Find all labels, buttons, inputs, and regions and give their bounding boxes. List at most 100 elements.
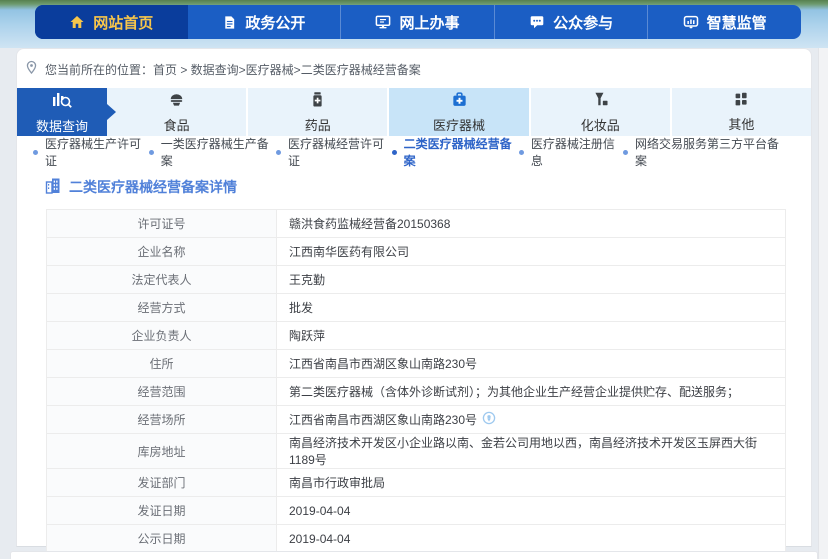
field-value: 陶跃萍 — [277, 322, 786, 350]
field-value: 江西省南昌市西湖区象山南路230号 — [277, 350, 786, 378]
field-label: 许可证号 — [47, 210, 277, 238]
field-label: 库房地址 — [47, 434, 277, 469]
content-card: 您当前所在的位置：首页 > 数据查询>医疗器械>二类医疗器械经营备案 数据查询 … — [16, 48, 812, 547]
field-value: 2019-04-04 — [277, 525, 786, 553]
sub-nav: 医疗器械生产许可证 一类医疗器械生产备案 医疗器械经营许可证 二类医疗器械经营备… — [17, 136, 811, 168]
detail-table: 许可证号赣洪食药监械经营备20150368 企业名称江西南华医药有限公司 法定代… — [46, 209, 786, 553]
table-row: 经营场所 江西省南昌市西湖区象山南路230号 — [47, 406, 786, 434]
field-label: 企业名称 — [47, 238, 277, 266]
building-icon — [45, 177, 61, 197]
data-query-icon — [51, 90, 73, 112]
top-nav: 网站首页 政务公开 网上办事 公众参与 智慧监管 — [35, 5, 801, 39]
nav-item-label: 网上办事 — [399, 12, 459, 33]
breadcrumb-text[interactable]: 您当前所在的位置：首页 > 数据查询>医疗器械>二类医疗器械经营备案 — [45, 61, 421, 78]
location-circle-icon[interactable] — [482, 411, 496, 428]
table-row: 许可证号赣洪食药监械经营备20150368 — [47, 210, 786, 238]
field-value: 赣洪食药监械经营备20150368 — [277, 210, 786, 238]
table-row: 经营范围第二类医疗器械（含体外诊断试剂）；为其他企业生产经营企业提供贮存、配送服… — [47, 378, 786, 406]
tab-drug[interactable]: 药品 — [246, 88, 387, 136]
field-label: 住所 — [47, 350, 277, 378]
field-label: 经营方式 — [47, 294, 277, 322]
tab-cosmetics[interactable]: 化妆品 — [529, 88, 670, 136]
scrollbar[interactable] — [818, 48, 828, 559]
bullet-icon — [276, 150, 281, 155]
field-value: 王克勤 — [277, 266, 786, 294]
tab-other[interactable]: 其他 — [670, 88, 811, 136]
table-row: 经营方式批发 — [47, 294, 786, 322]
field-label: 经营范围 — [47, 378, 277, 406]
nav-item-gov-info[interactable]: 政务公开 — [188, 5, 341, 39]
footer-card-top — [10, 551, 818, 559]
field-value: 2019-04-04 — [277, 497, 786, 525]
tab-label: 食品 — [164, 115, 190, 134]
field-value: 江西南华医药有限公司 — [277, 238, 786, 266]
nav-item-label: 智慧监管 — [707, 12, 767, 33]
table-row: 公示日期2019-04-04 — [47, 525, 786, 553]
chat-icon — [529, 14, 545, 30]
home-icon — [69, 14, 85, 30]
bullet-icon — [149, 150, 154, 155]
bullet-icon — [392, 150, 397, 155]
subnav-operation-license[interactable]: 医疗器械经营许可证 — [276, 135, 392, 169]
food-icon — [168, 91, 185, 111]
nav-item-online-services[interactable]: 网上办事 — [340, 5, 494, 39]
subnav-class1-production-record[interactable]: 一类医疗器械生产备案 — [149, 135, 276, 169]
other-icon — [733, 91, 749, 110]
section-title: 二类医疗器械经营备案详情 — [45, 177, 237, 197]
category-tab-strip: 数据查询 食品 药品 医疗器械 化妆品 其他 — [17, 88, 811, 136]
subnav-registration-info[interactable]: 医疗器械注册信息 — [519, 135, 623, 169]
subnav-label: 医疗器械生产许可证 — [45, 135, 149, 169]
table-row: 企业负责人陶跃萍 — [47, 322, 786, 350]
table-row: 住所江西省南昌市西湖区象山南路230号 — [47, 350, 786, 378]
field-value: 江西省南昌市西湖区象山南路230号 — [277, 406, 786, 434]
table-row: 库房地址南昌经济技术开发区小企业路以南、金若公司用地以西，南昌经济技术开发区玉屏… — [47, 434, 786, 469]
tab-data-query[interactable]: 数据查询 — [17, 88, 107, 136]
nav-item-label: 网站首页 — [93, 12, 153, 33]
nav-item-label: 政务公开 — [245, 12, 305, 33]
medical-device-icon — [451, 91, 468, 111]
field-label: 发证部门 — [47, 469, 277, 497]
field-value: 南昌市行政审批局 — [277, 469, 786, 497]
subnav-production-license[interactable]: 医疗器械生产许可证 — [33, 135, 149, 169]
document-icon — [222, 15, 237, 30]
subnav-label: 网络交易服务第三方平台备案 — [635, 135, 785, 169]
field-label: 企业负责人 — [47, 322, 277, 350]
bullet-icon — [623, 150, 628, 155]
drug-icon — [310, 91, 325, 111]
tab-label: 医疗器械 — [433, 115, 485, 134]
tab-medical-device[interactable]: 医疗器械 — [387, 88, 528, 136]
table-row: 法定代表人王克勤 — [47, 266, 786, 294]
tab-label: 化妆品 — [581, 115, 620, 134]
table-row: 发证部门南昌市行政审批局 — [47, 469, 786, 497]
field-label: 法定代表人 — [47, 266, 277, 294]
nav-item-site-home[interactable]: 网站首页 — [35, 5, 188, 39]
field-label: 发证日期 — [47, 497, 277, 525]
location-pin-icon — [25, 60, 38, 78]
smart-monitor-icon — [683, 14, 699, 30]
monitor-icon — [375, 14, 391, 30]
nav-item-public-participation[interactable]: 公众参与 — [494, 5, 648, 39]
subnav-label: 二类医疗器械经营备案 — [404, 135, 519, 169]
bullet-icon — [33, 150, 38, 155]
tab-food[interactable]: 食品 — [107, 88, 246, 136]
subnav-class2-operation-record[interactable]: 二类医疗器械经营备案 — [392, 135, 519, 169]
subnav-label: 一类医疗器械生产备案 — [161, 135, 276, 169]
subnav-label: 医疗器械经营许可证 — [288, 135, 392, 169]
subnav-label: 医疗器械注册信息 — [531, 135, 623, 169]
section-title-text: 二类医疗器械经营备案详情 — [69, 177, 237, 197]
tab-label: 数据查询 — [36, 116, 88, 135]
nav-item-label: 公众参与 — [553, 12, 613, 33]
field-label: 公示日期 — [47, 525, 277, 553]
subnav-third-party-platform[interactable]: 网络交易服务第三方平台备案 — [623, 135, 785, 169]
field-value: 第二类医疗器械（含体外诊断试剂）；为其他企业生产经营企业提供贮存、配送服务； — [277, 378, 786, 406]
field-value-text: 江西省南昌市西湖区象山南路230号 — [289, 411, 477, 428]
nav-item-smart-supervision[interactable]: 智慧监管 — [647, 5, 801, 39]
bullet-icon — [519, 150, 524, 155]
cosmetics-icon — [592, 91, 609, 111]
field-value: 南昌经济技术开发区小企业路以南、金若公司用地以西，南昌经济技术开发区玉屏西大街1… — [277, 434, 786, 469]
field-value: 批发 — [277, 294, 786, 322]
breadcrumb: 您当前所在的位置：首页 > 数据查询>医疗器械>二类医疗器械经营备案 — [25, 60, 421, 78]
table-row: 企业名称江西南华医药有限公司 — [47, 238, 786, 266]
tab-label: 药品 — [305, 115, 331, 134]
tab-label: 其他 — [728, 114, 754, 133]
